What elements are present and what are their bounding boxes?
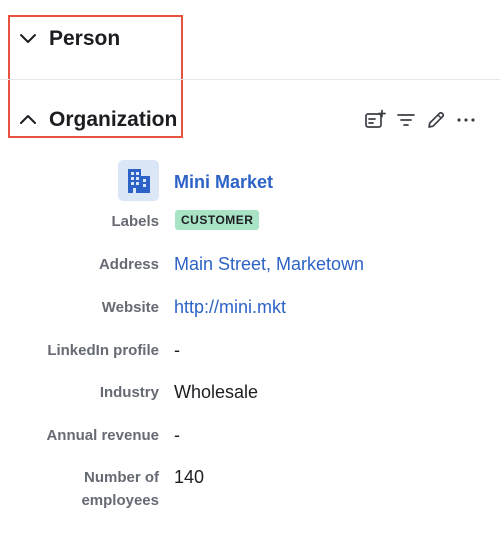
industry-value[interactable]: Wholesale bbox=[174, 381, 258, 403]
status-badge[interactable]: CUSTOMER bbox=[175, 210, 260, 230]
chevron-down-icon bbox=[20, 34, 36, 43]
annual-revenue-value[interactable]: - bbox=[174, 424, 180, 446]
address-link[interactable]: Main Street, Marketown bbox=[174, 253, 364, 275]
employees-value[interactable]: 140 bbox=[174, 466, 204, 488]
filter-icon[interactable] bbox=[395, 109, 417, 131]
divider bbox=[0, 79, 500, 80]
field-label-industry: Industry bbox=[99, 384, 159, 401]
section-title-person: Person bbox=[49, 27, 121, 50]
section-title-organization: Organization bbox=[49, 108, 178, 131]
more-options-icon[interactable] bbox=[455, 109, 477, 131]
chevron-up-icon bbox=[20, 115, 36, 124]
building-icon bbox=[127, 168, 150, 193]
field-label-employees-line1: Number of bbox=[84, 469, 159, 486]
edit-pencil-icon[interactable] bbox=[425, 109, 447, 131]
organization-name-link[interactable]: Mini Market bbox=[174, 171, 273, 193]
field-label-employees-line2: employees bbox=[81, 492, 159, 509]
linkedin-value[interactable]: - bbox=[174, 339, 180, 361]
organization-avatar bbox=[118, 160, 159, 201]
website-link[interactable]: http://mini.mkt bbox=[174, 296, 286, 318]
field-label-labels: Labels bbox=[111, 213, 159, 230]
add-card-icon[interactable] bbox=[364, 109, 386, 131]
field-label-website: Website bbox=[101, 299, 159, 316]
field-label-address: Address bbox=[98, 256, 159, 273]
field-label-annual-revenue: Annual revenue bbox=[46, 427, 159, 444]
field-label-linkedin: LinkedIn profile bbox=[47, 342, 159, 359]
